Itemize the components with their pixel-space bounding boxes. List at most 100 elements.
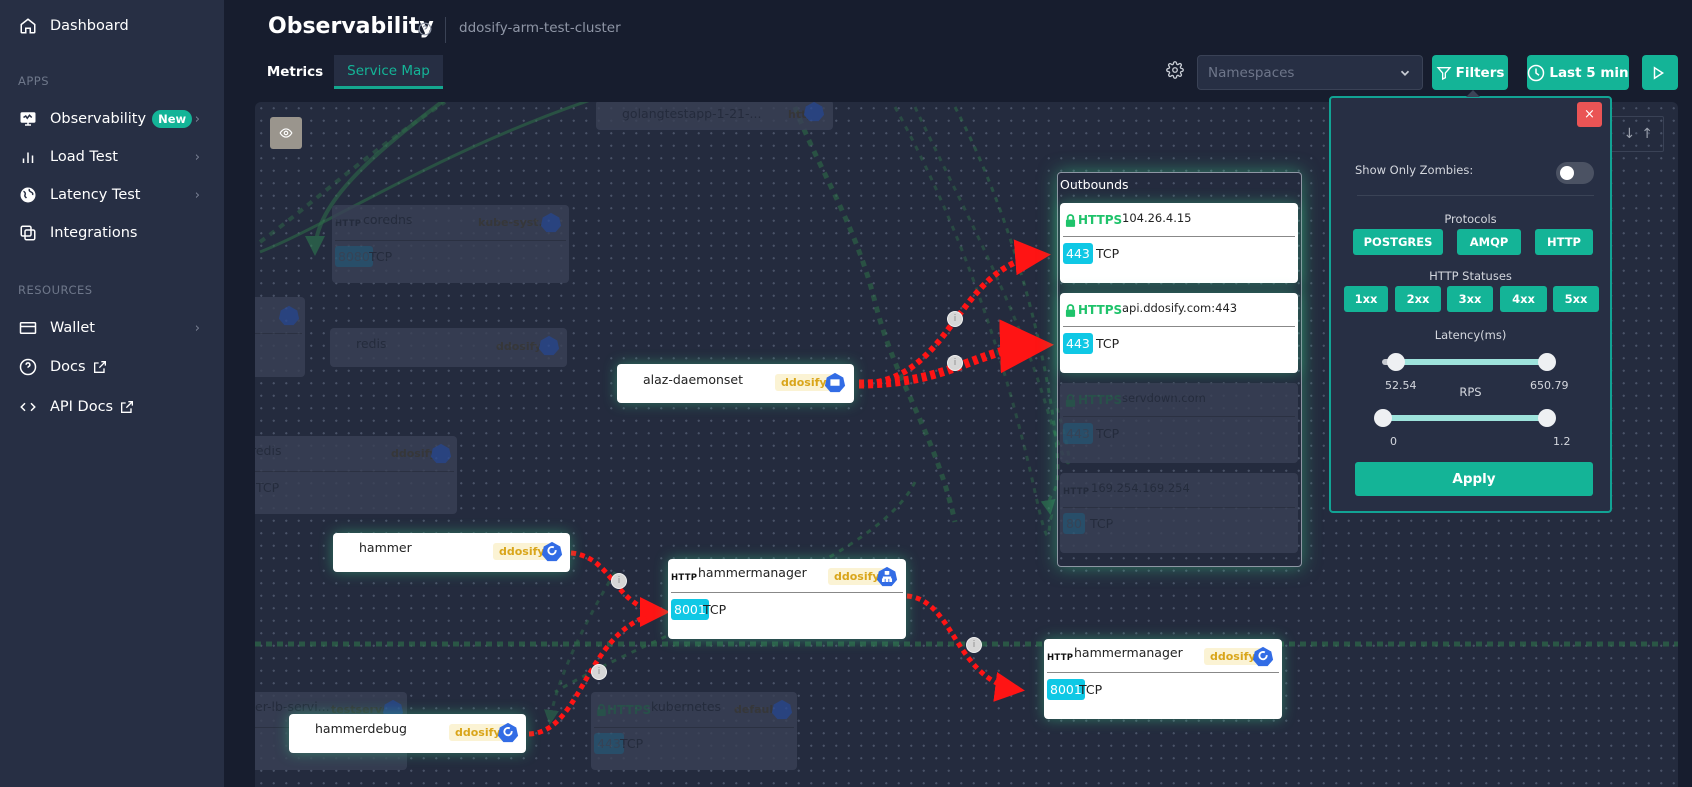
transport-label: TCP — [256, 480, 280, 495]
outbound-node[interactable]: HTTPS 104.26.4.15 443 TCP — [1060, 203, 1298, 283]
port-badge: 443 — [1063, 423, 1093, 444]
k8s-service-icon — [430, 443, 452, 464]
node-name: er-lb-servi... — [255, 699, 330, 714]
sidebar-item-wallet[interactable]: Wallet › — [18, 316, 208, 340]
edge-info-button[interactable]: i — [947, 311, 963, 327]
transport-label: TCP — [1090, 516, 1114, 531]
new-badge: New — [152, 110, 193, 128]
node-redis-deployment[interactable]: redis ddosify — [330, 328, 567, 367]
latency-max-thumb[interactable] — [1538, 353, 1556, 371]
node-redis-service[interactable]: redis ddosify TCP — [255, 436, 457, 514]
edge-info-button[interactable]: i — [947, 355, 963, 371]
show-zombies-toggle[interactable] — [1556, 162, 1594, 184]
rps-max-thumb[interactable] — [1538, 409, 1556, 427]
help-circle-icon[interactable] — [418, 21, 432, 40]
latency-slider-track[interactable] — [1382, 359, 1549, 365]
close-button[interactable]: × — [1577, 102, 1602, 127]
status-chip-3xx[interactable]: 3xx — [1447, 286, 1493, 312]
home-icon — [18, 16, 38, 36]
sidebar-item-latency-test[interactable]: Latency Test › — [18, 183, 208, 207]
node-alaz-daemonset[interactable]: alaz-daemonset ddosify — [617, 364, 854, 403]
node-divider — [1063, 236, 1295, 237]
tab-service-map[interactable]: Service Map — [334, 55, 443, 89]
protocol-tag: HTTPS — [1065, 393, 1122, 407]
time-range-button[interactable]: Last 5 min — [1527, 55, 1629, 90]
node-hammermanager-deployment[interactable]: HTTP hammermanager ddosify 8001 TCP — [1044, 639, 1282, 719]
node-divider — [671, 592, 903, 593]
transport-label: TCP — [1096, 246, 1120, 261]
sidebar-item-label: Integrations — [50, 225, 138, 241]
protocol-tag: HTTPS — [596, 703, 651, 717]
show-zombies-label: Show Only Zombies: — [1355, 163, 1474, 177]
node-hammer[interactable]: hammer ddosify — [333, 533, 570, 572]
node-divider — [1063, 416, 1295, 417]
node-hammerdebug[interactable]: hammerdebug ddosify — [289, 714, 526, 753]
protocol-chip-postgres[interactable]: POSTGRES — [1353, 229, 1443, 255]
node-hammermanager-service[interactable]: HTTP hammermanager ddosify 8001 TCP — [668, 559, 906, 639]
namespace-placeholder: Namespaces — [1208, 64, 1295, 81]
outbound-node[interactable]: HTTPS api.ddosify.com:443 443 TCP — [1060, 293, 1298, 373]
status-chip-4xx[interactable]: 4xx — [1500, 286, 1547, 312]
chevron-down-icon — [1398, 66, 1412, 84]
rps-max-value: 1.2 — [1553, 435, 1571, 448]
node-coredns[interactable]: HTTP coredns kube-syst... 8080 TCP — [332, 205, 569, 283]
play-icon — [1653, 65, 1665, 80]
protocol-tag: HTTP — [1063, 487, 1090, 497]
node-partial[interactable] — [255, 297, 305, 377]
k8s-deploy-icon — [803, 102, 825, 122]
node-divider — [1063, 326, 1295, 327]
node-divider — [594, 727, 794, 728]
chevron-right-icon: › — [194, 149, 200, 165]
sidebar-item-observability[interactable]: Observability New › — [18, 107, 208, 131]
page-title: Observability — [268, 14, 434, 39]
node-kubernetes[interactable]: HTTPS kubernetes default 443 TCP — [591, 692, 797, 770]
arrow-down-icon[interactable]: ↓ — [1624, 126, 1636, 142]
status-chip-5xx[interactable]: 5xx — [1553, 286, 1599, 312]
latency-min-thumb[interactable] — [1387, 353, 1405, 371]
edge-info-button[interactable]: i — [591, 664, 607, 680]
toggle-visibility-button[interactable] — [270, 117, 302, 149]
tab-metrics[interactable]: Metrics — [260, 55, 330, 89]
sidebar: Dashboard APPS Observability New › Load … — [0, 0, 224, 787]
filters-button[interactable]: Filters — [1432, 55, 1508, 90]
edge-info-button[interactable]: i — [611, 573, 627, 589]
transport-label: TCP — [369, 249, 393, 264]
sidebar-item-dashboard[interactable]: Dashboard — [18, 14, 208, 38]
transport-label: TCP — [620, 736, 644, 751]
play-button[interactable] — [1642, 55, 1678, 90]
sidebar-item-docs[interactable]: Docs — [18, 355, 208, 379]
bar-chart-icon — [18, 147, 38, 167]
rps-min-thumb[interactable] — [1374, 409, 1392, 427]
protocol-chip-amqp[interactable]: AMQP — [1457, 229, 1521, 255]
protocol-label: HTTPS — [1078, 213, 1123, 227]
status-chip-2xx[interactable]: 2xx — [1395, 286, 1441, 312]
gear-icon[interactable] — [1166, 61, 1184, 83]
sidebar-item-integrations[interactable]: Integrations — [18, 221, 208, 245]
node-divider — [255, 471, 454, 472]
namespace-select[interactable]: Namespaces — [1197, 55, 1423, 90]
outbound-node[interactable]: HTTP 169.254.169.254 80 TCP — [1060, 473, 1298, 553]
apply-button[interactable]: Apply — [1355, 462, 1593, 496]
section-resources: RESOURCES — [18, 283, 93, 297]
status-chip-1xx[interactable]: 1xx — [1344, 286, 1388, 312]
section-apps: APPS — [18, 74, 50, 88]
protocol-label: HTTPS — [1078, 393, 1123, 407]
sidebar-item-load-test[interactable]: Load Test › — [18, 145, 208, 169]
protocols-heading: Protocols — [1444, 212, 1497, 226]
node-name: redis — [255, 443, 282, 458]
cluster-name: ddosify-arm-test-cluster — [459, 20, 621, 36]
outbound-node[interactable]: HTTPS servdown.com 443 TCP — [1060, 383, 1298, 463]
node-golangtestapp[interactable]: golangtestapp-1-21-... https — [596, 102, 833, 130]
sidebar-item-label: Latency Test — [50, 187, 141, 203]
rps-slider-track[interactable] — [1388, 415, 1549, 421]
protocol-tag: HTTPS — [1065, 303, 1122, 317]
arrow-up-icon[interactable]: ↑ — [1641, 126, 1653, 142]
code-icon — [18, 397, 38, 417]
chevron-right-icon: › — [194, 187, 200, 203]
outbound-host: servdown.com — [1122, 391, 1206, 405]
edge-info-button[interactable]: i — [966, 637, 982, 653]
k8s-deploy-icon — [541, 541, 563, 562]
protocol-chip-http[interactable]: HTTP — [1535, 229, 1593, 255]
filters-popover: × Show Only Zombies: Protocols POSTGRES … — [1329, 90, 1612, 513]
sidebar-item-api-docs[interactable]: API Docs — [18, 395, 208, 419]
